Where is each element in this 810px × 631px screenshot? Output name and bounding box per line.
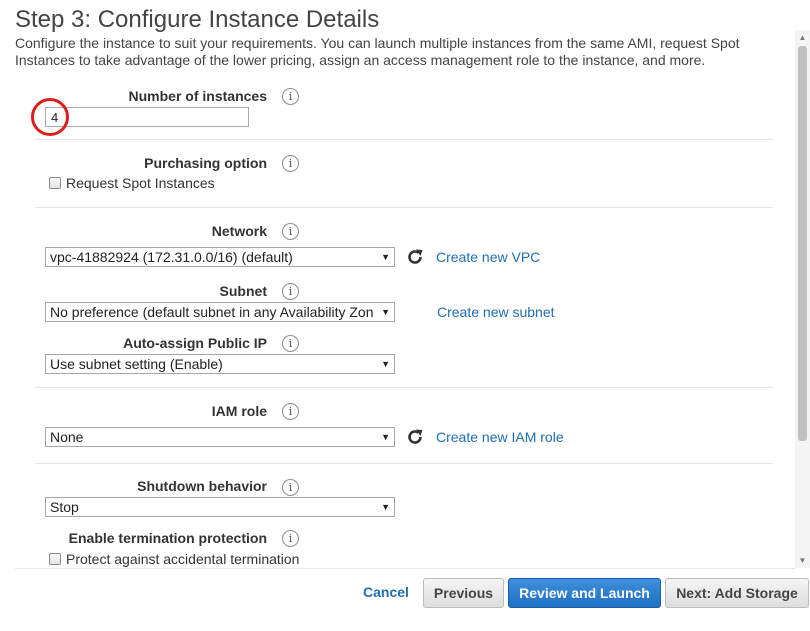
subnet-select[interactable]: No preference (default subnet in any Ava… [45,302,395,322]
page-title: Step 3: Configure Instance Details [15,6,380,33]
purchasing-option-label: Purchasing option [144,155,267,171]
create-new-vpc-link[interactable]: Create new VPC [436,248,540,266]
shutdown-behavior-select[interactable]: Stop ▼ [45,497,395,517]
dropdown-caret-icon: ▼ [381,502,390,512]
info-icon[interactable]: i [282,335,299,352]
section-divider [35,387,773,388]
auto-assign-public-ip-label: Auto-assign Public IP [123,335,267,351]
info-icon[interactable]: i [282,155,299,172]
refresh-icon[interactable] [405,427,425,447]
info-icon[interactable]: i [282,88,299,105]
review-and-launch-button[interactable]: Review and Launch [508,578,661,608]
previous-button[interactable]: Previous [423,578,504,608]
termination-protection-option[interactable]: Protect against accidental termination [49,551,299,567]
dropdown-caret-icon: ▼ [381,432,390,442]
shutdown-behavior-value: Stop [50,499,79,515]
cancel-button[interactable]: Cancel [356,578,416,608]
create-new-subnet-link[interactable]: Create new subnet [437,303,555,321]
termination-protection-label: Enable termination protection [68,530,267,546]
shutdown-behavior-label: Shutdown behavior [137,478,267,494]
number-of-instances-label: Number of instances [128,88,267,104]
footer-divider [15,568,795,569]
refresh-icon[interactable] [405,247,425,267]
configure-instance-panel: Step 3: Configure Instance Details Confi… [0,0,795,568]
create-new-iam-role-link[interactable]: Create new IAM role [436,428,564,446]
section-divider [35,207,773,208]
auto-assign-public-ip-select[interactable]: Use subnet setting (Enable) ▼ [45,354,395,374]
scroll-down-icon[interactable]: ▼ [795,553,810,568]
iam-role-select-value: None [50,429,84,445]
next-add-storage-button[interactable]: Next: Add Storage [665,578,809,608]
scrollbar-thumb[interactable] [798,46,807,441]
request-spot-instances-option[interactable]: Request Spot Instances [49,175,215,191]
network-label: Network [211,223,267,239]
section-divider [35,139,773,140]
request-spot-instances-label: Request Spot Instances [66,175,215,191]
page-description: Configure the instance to suit your requ… [15,35,740,68]
dropdown-caret-icon: ▼ [381,359,390,369]
subnet-select-value: No preference (default subnet in any Ava… [50,304,374,320]
dropdown-caret-icon: ▼ [381,307,390,317]
auto-assign-public-ip-value: Use subnet setting (Enable) [50,356,223,372]
network-select-value: vpc-41882924 (172.31.0.0/16) (default) [50,249,293,265]
number-of-instances-input[interactable] [45,107,249,127]
section-divider [35,463,773,464]
subnet-label: Subnet [219,283,267,299]
network-select[interactable]: vpc-41882924 (172.31.0.0/16) (default) ▼ [45,247,395,267]
info-icon[interactable]: i [282,530,299,547]
iam-role-select[interactable]: None ▼ [45,427,395,447]
info-icon[interactable]: i [282,479,299,496]
info-icon[interactable]: i [282,283,299,300]
termination-protection-checkbox-label: Protect against accidental termination [66,551,300,567]
request-spot-instances-checkbox[interactable] [49,177,61,189]
iam-role-label: IAM role [211,403,267,419]
info-icon[interactable]: i [282,223,299,240]
scroll-up-icon[interactable]: ▲ [795,30,810,45]
vertical-scrollbar[interactable]: ▲ ▼ [795,30,810,568]
termination-protection-checkbox[interactable] [49,553,61,565]
info-icon[interactable]: i [282,403,299,420]
dropdown-caret-icon: ▼ [381,252,390,262]
